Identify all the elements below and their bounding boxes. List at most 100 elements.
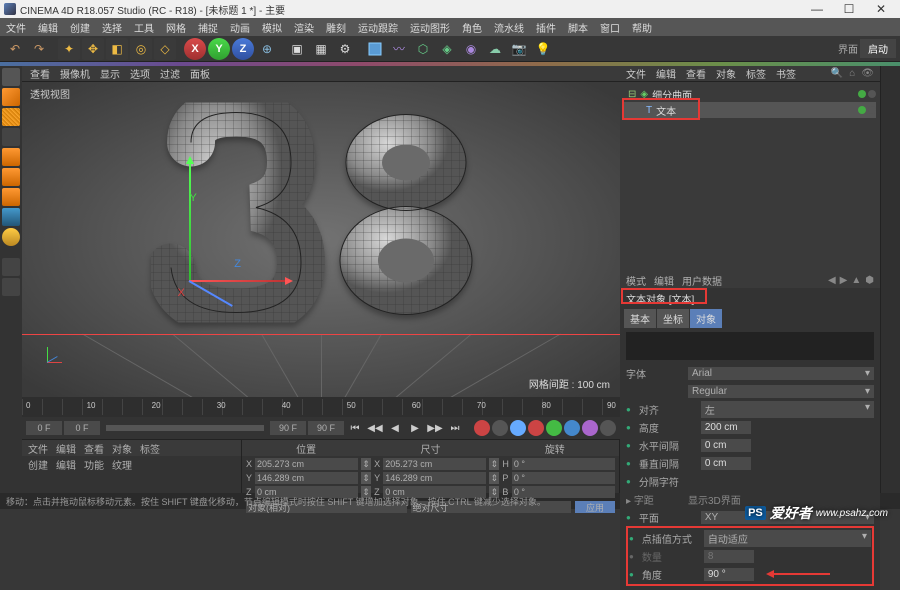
angle-input[interactable]: 90 ° xyxy=(704,568,754,581)
last-tool[interactable]: ◇ xyxy=(154,38,176,60)
menu-mesh[interactable]: 网格 xyxy=(166,20,186,35)
texture-mode-button[interactable] xyxy=(2,108,20,126)
menu-select[interactable]: 选择 xyxy=(102,20,122,35)
goto-end-button[interactable]: ⏭ xyxy=(446,419,464,437)
menu-render[interactable]: 渲染 xyxy=(294,20,314,35)
mat-tab-object[interactable]: 对象 xyxy=(112,441,132,456)
coord-system-button[interactable]: ⊕ xyxy=(256,38,278,60)
start-frame-input[interactable]: 0 F xyxy=(26,421,62,435)
undo-button[interactable]: ↶ xyxy=(4,38,26,60)
menu-character[interactable]: 角色 xyxy=(462,20,482,35)
am-edit[interactable]: 编辑 xyxy=(654,273,674,288)
axis-y-button[interactable]: Y xyxy=(208,38,230,60)
project-length-input[interactable]: 90 F xyxy=(308,421,344,435)
om-tab-tags[interactable]: 标签 xyxy=(746,66,766,81)
polygon-mode-button[interactable] xyxy=(2,188,20,206)
minimize-button[interactable]: — xyxy=(802,1,832,17)
om-tab-file[interactable]: 文件 xyxy=(626,66,646,81)
make-editable-button[interactable] xyxy=(2,68,20,86)
fwd-icon[interactable]: ▶ xyxy=(840,275,848,286)
mat-sub-tex[interactable]: 纹理 xyxy=(112,457,132,472)
step-back-button[interactable]: ◀◀ xyxy=(366,419,384,437)
mat-tab-file[interactable]: 文件 xyxy=(28,441,48,456)
axis-z-button[interactable]: Z xyxy=(232,38,254,60)
font-dropdown[interactable]: Arial▾ xyxy=(688,367,874,380)
point-mode-button[interactable] xyxy=(2,148,20,166)
align-dropdown[interactable]: 左▾ xyxy=(701,401,874,418)
menu-animate[interactable]: 动画 xyxy=(230,20,250,35)
menu-window[interactable]: 窗口 xyxy=(600,20,620,35)
timeline[interactable]: 0102030405060708090 xyxy=(22,397,620,417)
home-icon[interactable]: ⌂ xyxy=(849,68,855,79)
timeline-slider[interactable] xyxy=(106,425,264,431)
vp-tab-view[interactable]: 查看 xyxy=(30,66,50,81)
subdivision-button[interactable]: ◈ xyxy=(436,38,458,60)
vp-tab-options[interactable]: 选项 xyxy=(130,66,150,81)
apply-button[interactable]: 应用 xyxy=(575,501,615,513)
menu-help[interactable]: 帮助 xyxy=(632,20,652,35)
lock-icon[interactable]: ⬢ xyxy=(865,275,874,286)
obj-text[interactable]: T 文本 xyxy=(624,102,876,118)
mat-tab-view[interactable]: 查看 xyxy=(84,441,104,456)
pos-key-button[interactable] xyxy=(528,420,544,436)
mat-sub-edit[interactable]: 编辑 xyxy=(56,457,76,472)
menu-motion-tracker[interactable]: 运动跟踪 xyxy=(358,20,398,35)
menu-file[interactable]: 文件 xyxy=(6,20,26,35)
deformer-button[interactable]: ◉ xyxy=(460,38,482,60)
up-icon[interactable]: ▲ xyxy=(851,275,861,286)
interp-dropdown[interactable]: 自动适应▾ xyxy=(704,530,871,547)
text-input-field[interactable] xyxy=(626,332,874,360)
environment-button[interactable]: ☁ xyxy=(484,38,506,60)
current-frame-input[interactable]: 0 F xyxy=(64,421,100,435)
spline-button[interactable]: 〰 xyxy=(388,38,410,60)
mat-tab-tags[interactable]: 标签 xyxy=(140,441,160,456)
workplane-button[interactable] xyxy=(2,128,20,146)
model-mode-button[interactable] xyxy=(2,88,20,106)
om-tab-bookmarks[interactable]: 书签 xyxy=(776,66,796,81)
coord-x-input[interactable]: 205.273 cm xyxy=(255,458,358,470)
keyframe-sel-button[interactable] xyxy=(510,420,526,436)
attr-tab-object[interactable]: 对象 xyxy=(690,309,722,328)
menu-mograph[interactable]: 运动图形 xyxy=(410,20,450,35)
play-button[interactable]: ▶ xyxy=(406,419,424,437)
coord-y-input[interactable]: 146.289 cm xyxy=(255,472,358,484)
menu-pipeline[interactable]: 流水线 xyxy=(494,20,524,35)
axis-x-button[interactable]: X xyxy=(184,38,206,60)
vp-tab-filter[interactable]: 过滤 xyxy=(160,66,180,81)
rotate-tool[interactable]: ◎ xyxy=(130,38,152,60)
scale-key-button[interactable] xyxy=(546,420,562,436)
menu-edit[interactable]: 编辑 xyxy=(38,20,58,35)
snap-button[interactable] xyxy=(2,228,20,246)
back-icon[interactable]: ◀ xyxy=(828,275,836,286)
render-pv-button[interactable]: ▦ xyxy=(310,38,332,60)
vspace-input[interactable]: 0 cm xyxy=(701,457,751,470)
select-tool[interactable]: ✦ xyxy=(58,38,80,60)
camera-button[interactable]: 📷 xyxy=(508,38,530,60)
om-tab-view[interactable]: 查看 xyxy=(686,66,706,81)
play-back-button[interactable]: ◀ xyxy=(386,419,404,437)
move-tool[interactable]: ✥ xyxy=(82,38,104,60)
vp-tab-display[interactable]: 显示 xyxy=(100,66,120,81)
menu-script[interactable]: 脚本 xyxy=(568,20,588,35)
pla-key-button[interactable] xyxy=(600,420,616,436)
mat-sub-create[interactable]: 创建 xyxy=(28,457,48,472)
light-button[interactable]: 💡 xyxy=(532,38,554,60)
size-y-input[interactable]: 146.289 cm xyxy=(383,472,486,484)
scale-tool[interactable]: ◧ xyxy=(106,38,128,60)
rot-p-input[interactable]: 0 ° xyxy=(512,472,615,484)
param-key-button[interactable] xyxy=(582,420,598,436)
height-input[interactable]: 200 cm xyxy=(701,421,751,434)
eye-icon[interactable]: 👁 xyxy=(861,68,874,79)
goto-start-button[interactable]: ⏮ xyxy=(346,419,364,437)
size-x-input[interactable]: 205.273 cm xyxy=(383,458,486,470)
menu-sculpt[interactable]: 雕刻 xyxy=(326,20,346,35)
generator-button[interactable]: ⬡ xyxy=(412,38,434,60)
menu-plugins[interactable]: 插件 xyxy=(536,20,556,35)
text-3d-object[interactable] xyxy=(151,103,491,326)
record-button[interactable] xyxy=(474,420,490,436)
om-tab-edit[interactable]: 编辑 xyxy=(656,66,676,81)
om-tab-objects[interactable]: 对象 xyxy=(716,66,736,81)
menu-snap[interactable]: 捕捉 xyxy=(198,20,218,35)
mat-sub-func[interactable]: 功能 xyxy=(84,457,104,472)
mat-tab-edit[interactable]: 编辑 xyxy=(56,441,76,456)
